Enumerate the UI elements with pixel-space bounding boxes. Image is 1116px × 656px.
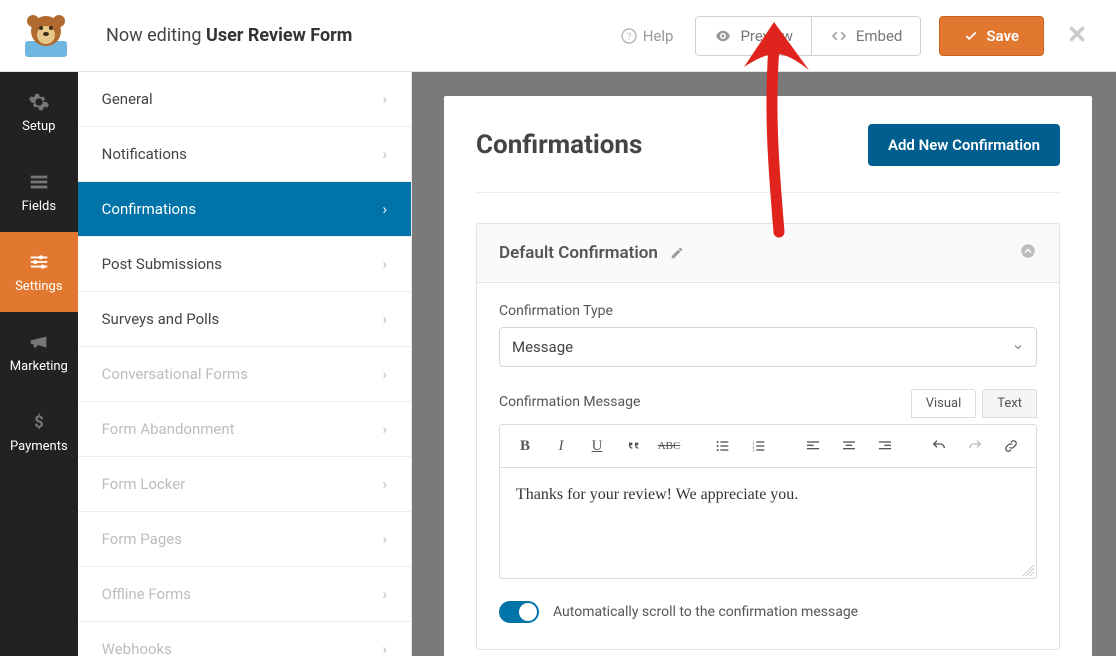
align-right-button[interactable] [872,433,898,459]
align-left-button[interactable] [800,433,826,459]
confirmation-type-select[interactable]: Message [499,327,1037,367]
redo-button[interactable] [962,433,988,459]
editor-content[interactable]: Thanks for your review! We appreciate yo… [500,468,1036,578]
close-button[interactable] [1044,19,1110,52]
editing-prefix: Now editing [106,25,206,46]
editor-toolbar: B I U ABC 123 [500,425,1036,468]
sidebar-item-payments[interactable]: $ Payments [0,392,78,472]
underline-button[interactable]: U [584,433,610,459]
ol-button[interactable]: 123 [746,433,772,459]
submenu-form-pages[interactable]: Form Pages› [78,512,411,567]
bold-button[interactable]: B [512,433,538,459]
sidebar-item-settings[interactable]: Settings [0,232,78,312]
panel-header[interactable]: Default Confirmation [477,224,1059,283]
chevron-right-icon: › [382,585,387,603]
sidebar-item-fields[interactable]: Fields [0,152,78,232]
svg-text:$: $ [34,413,43,432]
chevron-right-icon: › [382,90,387,108]
submenu-post-submissions[interactable]: Post Submissions› [78,237,411,292]
strike-button[interactable]: ABC [656,433,682,459]
default-confirmation-panel: Default Confirmation Confirmation Type M… [476,223,1060,650]
resize-handle[interactable] [1022,564,1034,576]
settings-submenu: General› Notifications› Confirmations› P… [78,72,412,656]
confirmation-type-label: Confirmation Type [499,303,1037,319]
chevron-right-icon: › [382,365,387,383]
submenu-webhooks[interactable]: Webhooks› [78,622,411,656]
embed-button[interactable]: Embed [811,17,921,55]
chevron-up-circle-icon [1019,242,1037,260]
submenu-form-locker[interactable]: Form Locker› [78,457,411,512]
svg-text:?: ? [626,32,631,43]
quote-button[interactable] [620,433,646,459]
svg-text:3: 3 [752,447,754,452]
eye-icon [714,27,732,45]
auto-scroll-toggle[interactable] [499,601,539,623]
auto-scroll-label: Automatically scroll to the confirmation… [553,604,858,620]
submenu-conversational-forms[interactable]: Conversational Forms› [78,347,411,402]
check-icon [964,29,978,43]
submenu-surveys[interactable]: Surveys and Polls› [78,292,411,347]
italic-button[interactable]: I [548,433,574,459]
primary-sidebar: Setup Fields Settings Marketing $ Paymen… [0,72,78,656]
sidebar-item-marketing[interactable]: Marketing [0,312,78,392]
dollar-icon: $ [28,411,50,433]
ul-button[interactable] [710,433,736,459]
add-new-confirmation-button[interactable]: Add New Confirmation [868,124,1060,166]
chevron-right-icon: › [382,145,387,163]
link-button[interactable] [998,433,1024,459]
save-button[interactable]: Save [939,16,1044,56]
undo-button[interactable] [926,433,952,459]
form-name: User Review Form [206,25,352,46]
bullhorn-icon [28,331,50,353]
app-logo [0,0,92,72]
preview-embed-group: Preview Embed [695,16,921,56]
tab-visual[interactable]: Visual [911,389,977,418]
chevron-right-icon: › [382,530,387,548]
sidebar-item-setup[interactable]: Setup [0,72,78,152]
select-value: Message [512,338,573,356]
preview-button[interactable]: Preview [696,17,810,55]
confirmation-message-label: Confirmation Message [499,394,640,410]
submenu-offline-forms[interactable]: Offline Forms› [78,567,411,622]
main-canvas: Confirmations Add New Confirmation Defau… [412,72,1116,656]
help-button[interactable]: ? Help [621,27,674,45]
top-bar: Now editing User Review Form ? Help Prev… [0,0,1116,72]
submenu-confirmations[interactable]: Confirmations› [78,182,411,237]
chevron-down-icon [1012,341,1024,353]
editing-label: Now editing User Review Form [92,25,621,46]
collapse-button[interactable] [1019,242,1037,264]
confirmations-card: Confirmations Add New Confirmation Defau… [444,96,1092,656]
panel-title: Default Confirmation [499,243,658,263]
list-icon [28,171,50,193]
submenu-notifications[interactable]: Notifications› [78,127,411,182]
submenu-form-abandonment[interactable]: Form Abandonment› [78,402,411,457]
chevron-right-icon: › [382,640,387,656]
page-title: Confirmations [476,130,642,160]
gear-icon [28,91,50,113]
align-center-button[interactable] [836,433,862,459]
chevron-right-icon: › [382,200,387,218]
submenu-general[interactable]: General› [78,72,411,127]
help-icon: ? [621,28,637,44]
sliders-icon [28,251,50,273]
chevron-right-icon: › [382,420,387,438]
rich-text-editor: B I U ABC 123 [499,424,1037,579]
bear-logo-icon [21,11,71,61]
code-icon [830,27,848,45]
chevron-right-icon: › [382,310,387,328]
pencil-icon[interactable] [670,246,684,260]
tab-text[interactable]: Text [982,389,1037,418]
chevron-right-icon: › [382,255,387,273]
chevron-right-icon: › [382,475,387,493]
close-icon [1066,23,1088,45]
